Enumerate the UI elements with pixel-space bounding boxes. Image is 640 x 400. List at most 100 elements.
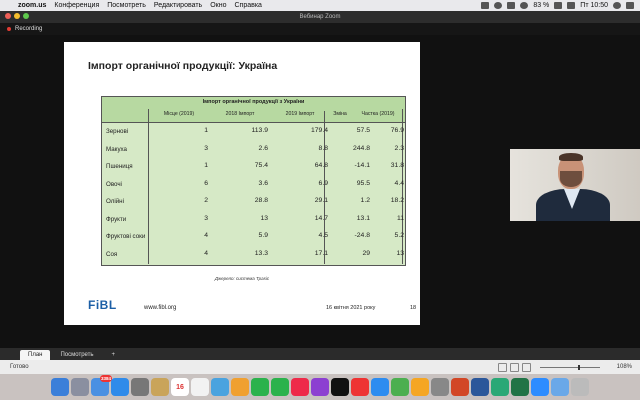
table-cell: 2 [204, 197, 208, 204]
battery-icon[interactable] [554, 2, 563, 9]
table-cell: 17.1 [314, 249, 328, 257]
row-category: Фруктові соки [106, 233, 146, 240]
menu-item-view[interactable]: Посмотреть [107, 2, 146, 9]
podcasts-icon[interactable] [311, 378, 329, 396]
search-icon[interactable] [613, 2, 621, 9]
finder-icon[interactable] [51, 378, 69, 396]
zoom-slider[interactable] [540, 367, 600, 368]
table-cell: 113.9 [251, 127, 268, 134]
keynote-icon[interactable] [411, 378, 429, 396]
clock-status-icon[interactable] [494, 2, 503, 9]
slide-source-caption: Джерело: система Траsiс [214, 276, 270, 281]
zoom-window-button[interactable] [23, 13, 29, 19]
mail-icon[interactable]: 3384 [91, 375, 112, 396]
facetime-icon[interactable] [271, 378, 289, 396]
bluetooth-icon[interactable] [507, 2, 516, 9]
calendar-icon[interactable]: 16 [171, 378, 189, 396]
status-bar: Готово 108% [0, 360, 640, 374]
table-cell: 76.9 [390, 127, 404, 134]
tab-plan[interactable]: План [20, 350, 51, 360]
add-tab-button[interactable]: + [104, 350, 124, 360]
table-cell: 1.2 [360, 197, 370, 204]
app-store-icon[interactable] [371, 378, 389, 396]
excel-icon[interactable] [511, 378, 529, 396]
clock[interactable]: Пт 10:50 [580, 2, 608, 9]
table-cell: 13 [260, 214, 268, 222]
table-row: Олійні 2 28.8 29.1 1.2 18.2 [102, 194, 405, 210]
notes-icon[interactable] [191, 378, 209, 396]
zoom-status-icon[interactable] [481, 2, 490, 9]
word-icon[interactable] [471, 378, 489, 396]
maps-icon[interactable] [211, 378, 229, 396]
table-cell: 179.4 [310, 127, 328, 134]
tab-view[interactable]: Посмотреть [52, 350, 101, 360]
normal-view-icon[interactable] [498, 363, 507, 372]
messages-icon[interactable] [251, 378, 269, 396]
battery-percent: 83 % [533, 2, 550, 9]
row-category: Пшениця [106, 163, 133, 170]
wifi-icon[interactable] [520, 2, 529, 9]
row-category: Олійні [106, 198, 124, 205]
window-titlebar: Вебинар Zoom [0, 11, 640, 23]
table-cell: 5.2 [394, 232, 404, 239]
whatsapp-icon[interactable] [491, 378, 509, 396]
slide-sorter-icon[interactable] [510, 363, 519, 372]
table-row: Пшениця 1 75.4 64.8 -14.1 31.8 [102, 159, 405, 175]
table-cell: 4 [204, 249, 208, 257]
dock: 3384 16 [0, 374, 640, 400]
participant-hair [559, 153, 583, 161]
recording-label: Recording [15, 26, 43, 32]
downloads-folder-icon[interactable] [551, 378, 569, 396]
table-cell: 64.8 [314, 162, 328, 169]
header-change: Зміна [333, 111, 347, 117]
table-cell: 4 [204, 232, 208, 239]
table-row: Овочі 6 3.6 6.9 95.5 4.4 [102, 177, 405, 193]
table-cell: 29.1 [314, 197, 328, 204]
header-share: Частка (2019) [361, 111, 395, 117]
menu-item-edit[interactable]: Редактировать [154, 2, 202, 9]
system-preferences-icon[interactable] [431, 378, 449, 396]
row-category: Фрукти [106, 215, 127, 223]
menu-app-name[interactable]: zoom.us [18, 2, 46, 9]
launchpad-icon[interactable] [131, 378, 149, 396]
close-window-button[interactable] [5, 13, 11, 19]
apple-tv-icon[interactable] [331, 378, 349, 396]
music-icon[interactable] [291, 378, 309, 396]
table-cell: 4.4 [394, 179, 404, 187]
siri-icon[interactable] [71, 378, 89, 396]
table-cell: 31.8 [390, 162, 404, 169]
zoom-level[interactable]: 108% [617, 364, 632, 370]
keyboard-layout-icon[interactable] [567, 2, 576, 9]
photos-icon[interactable] [231, 378, 249, 396]
numbers-icon[interactable] [391, 378, 409, 396]
table-cell: 57.5 [356, 127, 370, 134]
apple-icon[interactable] [6, 2, 14, 10]
table-row: Макуха 3 2.6 8.8 244.8 2.3 [102, 142, 405, 158]
table-cell: 3.6 [258, 179, 268, 187]
slide-date: 16 квітня 2021 року [326, 305, 376, 311]
menu-item-conference[interactable]: Конференция [54, 2, 99, 9]
zoom-slider-thumb[interactable] [578, 365, 580, 370]
safari-icon[interactable] [111, 378, 129, 396]
control-center-icon[interactable] [626, 2, 634, 9]
powerpoint-icon[interactable] [451, 378, 469, 396]
table-cell: 6 [204, 179, 208, 187]
trash-icon[interactable] [571, 378, 589, 396]
contacts-icon[interactable] [151, 378, 169, 396]
table-row: Зернові 1 113.9 179.4 57.5 76.9 [102, 124, 405, 140]
row-category: Соя [106, 250, 118, 258]
table-cell: 1 [204, 127, 208, 134]
zoom-icon[interactable] [531, 378, 549, 396]
window-title: Вебинар Zoom [299, 14, 341, 20]
table-cell: 11 [396, 214, 404, 222]
menu-item-window[interactable]: Окно [210, 2, 226, 9]
header-2018: 2018 Імпорт [225, 111, 255, 117]
news-icon[interactable] [351, 378, 369, 396]
reading-view-icon[interactable] [522, 363, 531, 372]
participant-video[interactable] [510, 149, 640, 221]
header-rank: Місце (2019) [163, 111, 195, 117]
slide-url: www.fibl.org [144, 305, 177, 311]
table-row: Фрукти 3 13 14.7 13.1 11 [102, 212, 405, 228]
minimize-window-button[interactable] [14, 13, 20, 19]
menu-item-help[interactable]: Справка [234, 2, 261, 9]
